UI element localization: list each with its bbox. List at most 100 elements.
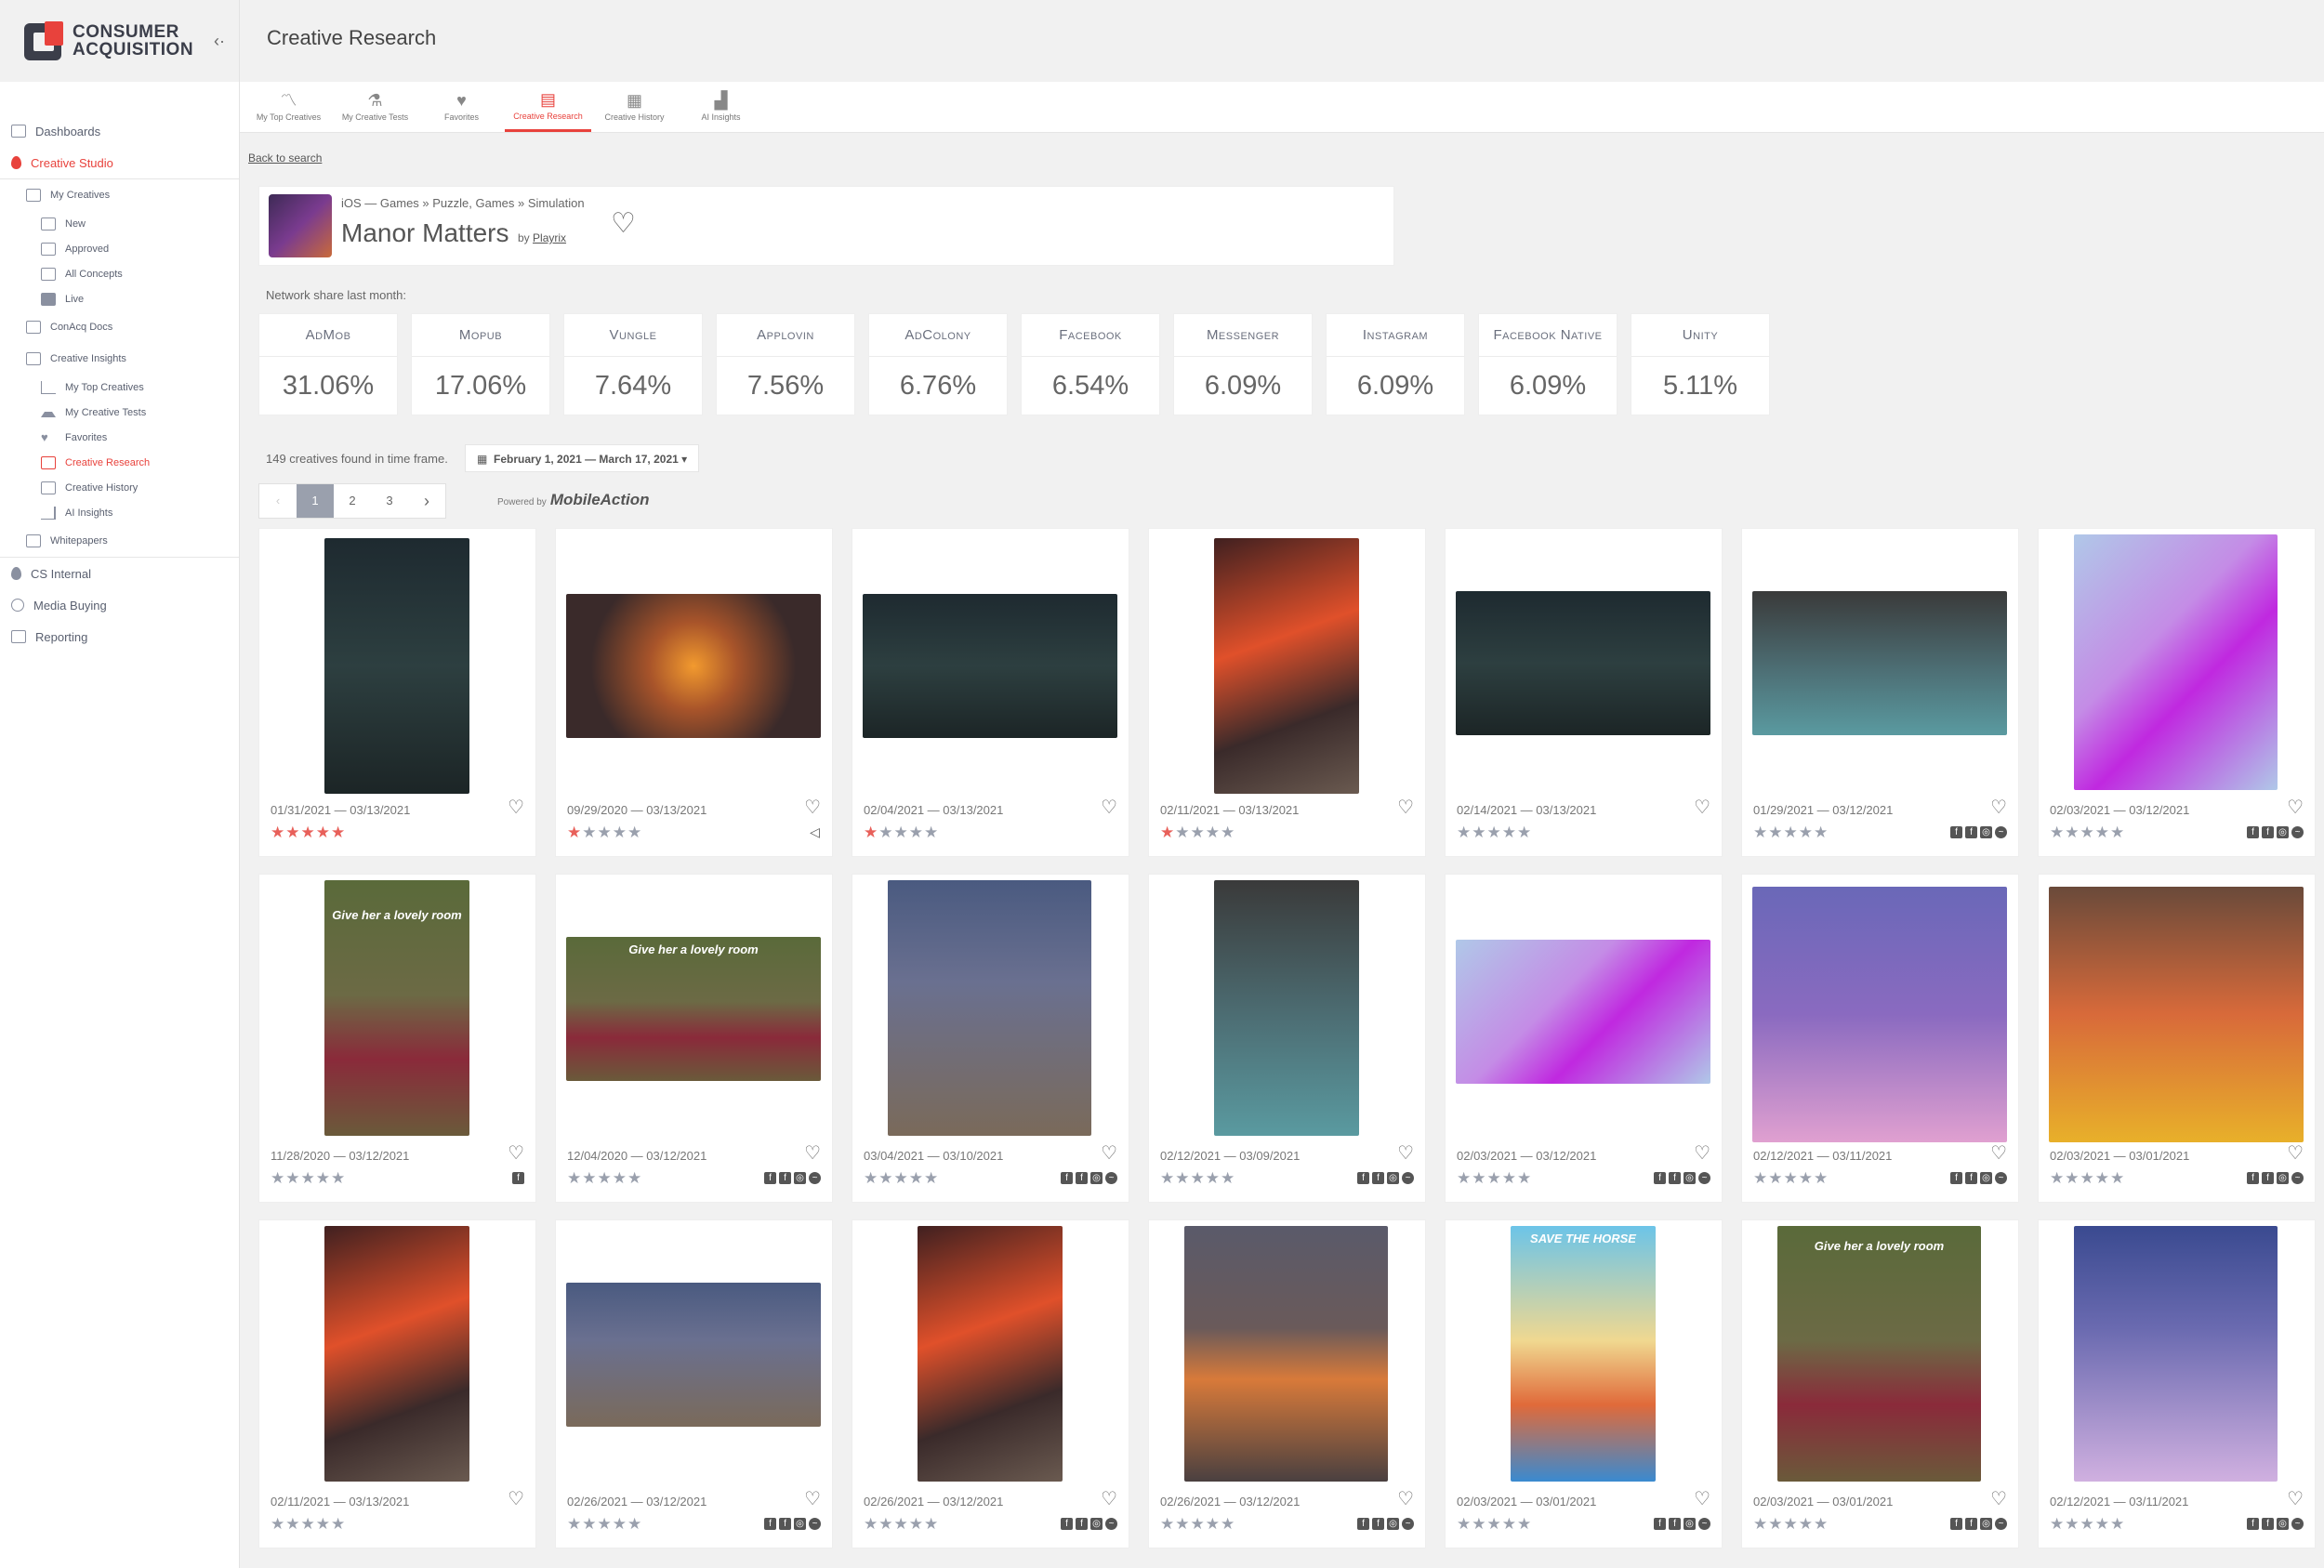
sidebar-item-approved[interactable]: Approved xyxy=(0,236,239,261)
creative-thumbnail[interactable] xyxy=(1456,940,1710,1084)
tab-my-top-creatives[interactable]: 〽 My Top Creatives xyxy=(245,82,332,132)
favorite-heart-icon[interactable]: ♡ xyxy=(804,796,821,819)
favorite-app-heart-icon[interactable]: ♡ xyxy=(611,207,636,240)
sidebar-item-creative-history[interactable]: Creative History xyxy=(0,475,239,500)
favorite-heart-icon[interactable]: ♡ xyxy=(1990,1141,2007,1165)
creative-thumbnail[interactable] xyxy=(324,538,469,794)
favorite-heart-icon[interactable]: ♡ xyxy=(804,1141,821,1165)
favorite-heart-icon[interactable]: ♡ xyxy=(1990,1487,2007,1510)
creative-card[interactable]: 02/11/2021 — 03/13/2021 ♡ ★★★★★ xyxy=(258,1219,536,1548)
creative-thumbnail[interactable] xyxy=(1184,1226,1388,1482)
sidebar-item-conacq-docs[interactable]: ConAcq Docs xyxy=(0,311,239,343)
creative-thumbnail[interactable] xyxy=(1214,538,1359,794)
creative-card[interactable]: 02/26/2021 — 03/12/2021 ♡ ★★★★★ f f ◎ ~ xyxy=(1148,1219,1426,1548)
page-button[interactable]: 1 xyxy=(297,484,334,518)
creative-thumbnail[interactable] xyxy=(566,594,821,738)
sidebar-item-media-buying[interactable]: Media Buying xyxy=(0,589,239,621)
tab-my-creative-tests[interactable]: ⚗ My Creative Tests xyxy=(332,82,418,132)
sidebar-item-cs-internal[interactable]: CS Internal xyxy=(0,558,239,589)
page-button[interactable]: 2 xyxy=(334,484,371,518)
creative-thumbnail[interactable] xyxy=(566,1283,821,1427)
favorite-heart-icon[interactable]: ♡ xyxy=(508,1141,524,1165)
tab-creative-history[interactable]: ▦ Creative History xyxy=(591,82,678,132)
sidebar-item-creative-insights[interactable]: Creative Insights xyxy=(0,343,239,375)
sidebar-item-my-creative-tests[interactable]: My Creative Tests xyxy=(0,400,239,425)
favorite-heart-icon[interactable]: ♡ xyxy=(2287,1141,2304,1165)
creative-card[interactable]: 02/14/2021 — 03/13/2021 ♡ ★★★★★ xyxy=(1445,528,1723,857)
creative-thumbnail[interactable]: Give her a lovely room xyxy=(324,880,469,1136)
favorite-heart-icon[interactable]: ♡ xyxy=(508,796,524,819)
sidebar-item-my-creatives[interactable]: My Creatives xyxy=(0,179,239,211)
creative-card[interactable]: Give her a lovely room 11/28/2020 — 03/12… xyxy=(258,874,536,1203)
creative-card[interactable]: Give her a lovely room 12/04/2020 — 03/12… xyxy=(555,874,833,1203)
sidebar-item-creative-research[interactable]: Creative Research xyxy=(0,450,239,475)
creative-card[interactable]: 02/12/2021 — 03/11/2021 ♡ ★★★★★ f f ◎ ~ xyxy=(2038,1219,2316,1548)
creative-card[interactable]: 02/12/2021 — 03/11/2021 ♡ ★★★★★ f f ◎ ~ xyxy=(1741,874,2019,1203)
creative-thumbnail[interactable] xyxy=(918,1226,1063,1482)
creative-card[interactable]: 02/04/2021 — 03/13/2021 ♡ ★★★★★ xyxy=(852,528,1129,857)
creative-thumbnail[interactable] xyxy=(2074,1226,2278,1482)
star-icon: ★ xyxy=(1160,1169,1176,1187)
favorite-heart-icon[interactable]: ♡ xyxy=(1397,796,1414,819)
creative-thumbnail[interactable] xyxy=(2049,887,2304,1142)
sidebar-item-all-concepts[interactable]: All Concepts xyxy=(0,261,239,286)
favorite-heart-icon[interactable]: ♡ xyxy=(2287,796,2304,819)
creative-card[interactable]: SAVE THE HORSE 02/03/2021 — 03/01/2021 ♡ ★★… xyxy=(1445,1219,1723,1548)
creative-thumbnail[interactable] xyxy=(1214,880,1359,1136)
sidebar-item-ai-insights[interactable]: AI Insights xyxy=(0,500,239,525)
sidebar-item-new[interactable]: New xyxy=(0,211,239,236)
creative-card[interactable]: 09/29/2020 — 03/13/2021 ♡ ★★★★★ ◁ xyxy=(555,528,833,857)
creative-card[interactable]: Give her a lovely room 02/03/2021 — 03/01… xyxy=(1741,1219,2019,1548)
creative-thumbnail[interactable] xyxy=(2074,534,2278,790)
favorite-heart-icon[interactable]: ♡ xyxy=(1397,1141,1414,1165)
creative-thumbnail[interactable]: Give her a lovely room xyxy=(566,937,821,1081)
creative-thumbnail[interactable] xyxy=(1752,591,2007,735)
publisher-link[interactable]: Playrix xyxy=(533,231,566,244)
creative-card[interactable]: 02/12/2021 — 03/09/2021 ♡ ★★★★★ f f ◎ ~ xyxy=(1148,874,1426,1203)
date-range-picker[interactable]: ▦ February 1, 2021 — March 17, 2021 ▾ xyxy=(465,444,700,472)
creative-card[interactable]: 01/31/2021 — 03/13/2021 ♡ ★★★★★ xyxy=(258,528,536,857)
favorite-heart-icon[interactable]: ♡ xyxy=(1101,1141,1117,1165)
tab-ai-insights[interactable]: ▟ AI Insights xyxy=(678,82,764,132)
back-to-search-link[interactable]: Back to search xyxy=(248,152,322,165)
favorite-heart-icon[interactable]: ♡ xyxy=(1101,796,1117,819)
creative-thumbnail[interactable]: SAVE THE HORSE xyxy=(1511,1226,1656,1482)
favorite-heart-icon[interactable]: ♡ xyxy=(2287,1487,2304,1510)
favorite-heart-icon[interactable]: ♡ xyxy=(1990,796,2007,819)
creative-thumbnail[interactable] xyxy=(1456,591,1710,735)
collapse-sidebar-icon[interactable]: ‹· xyxy=(214,32,225,51)
sidebar-item-whitepapers[interactable]: Whitepapers xyxy=(0,525,239,557)
sidebar-item-dashboards[interactable]: Dashboards xyxy=(0,115,239,147)
favorite-heart-icon[interactable]: ♡ xyxy=(508,1487,524,1510)
favorite-heart-icon[interactable]: ♡ xyxy=(1694,1141,1710,1165)
creative-card[interactable]: 02/26/2021 — 03/12/2021 ♡ ★★★★★ f f ◎ ~ xyxy=(852,1219,1129,1548)
favorite-heart-icon[interactable]: ♡ xyxy=(804,1487,821,1510)
prev-page-button[interactable]: ‹ xyxy=(259,484,297,518)
sidebar-item-my-top-creatives[interactable]: My Top Creatives xyxy=(0,375,239,400)
page-button[interactable]: 3 xyxy=(371,484,408,518)
creative-thumbnail[interactable] xyxy=(1752,887,2007,1142)
creative-card[interactable]: 03/04/2021 — 03/10/2021 ♡ ★★★★★ f f ◎ ~ xyxy=(852,874,1129,1203)
creative-thumbnail[interactable] xyxy=(888,880,1091,1136)
sidebar-item-favorites[interactable]: ♥ Favorites xyxy=(0,425,239,450)
creative-thumbnail[interactable] xyxy=(863,594,1117,738)
sidebar-item-creative-studio[interactable]: Creative Studio xyxy=(0,147,239,178)
favorite-heart-icon[interactable]: ♡ xyxy=(1694,796,1710,819)
sidebar-item-live[interactable]: Live xyxy=(0,286,239,311)
network-share-value: 17.06% xyxy=(434,371,527,401)
tab-favorites[interactable]: ♥ Favorites xyxy=(418,82,505,132)
favorite-heart-icon[interactable]: ♡ xyxy=(1101,1487,1117,1510)
creative-card[interactable]: 02/26/2021 — 03/12/2021 ♡ ★★★★★ f f ◎ ~ xyxy=(555,1219,833,1548)
creative-card[interactable]: 02/03/2021 — 03/12/2021 ♡ ★★★★★ f f ◎ ~ xyxy=(2038,528,2316,857)
creative-thumbnail[interactable]: Give her a lovely room xyxy=(1777,1226,1981,1482)
favorite-heart-icon[interactable]: ♡ xyxy=(1694,1487,1710,1510)
tab-creative-research[interactable]: ▤ Creative Research xyxy=(505,82,591,132)
next-page-button[interactable]: › xyxy=(408,484,445,518)
creative-thumbnail[interactable] xyxy=(324,1226,469,1482)
sidebar-item-reporting[interactable]: Reporting xyxy=(0,621,239,652)
creative-card[interactable]: 02/03/2021 — 03/01/2021 ♡ ★★★★★ f f ◎ ~ xyxy=(2038,874,2316,1203)
favorite-heart-icon[interactable]: ♡ xyxy=(1397,1487,1414,1510)
creative-card[interactable]: 02/03/2021 — 03/12/2021 ♡ ★★★★★ f f ◎ ~ xyxy=(1445,874,1723,1203)
creative-card[interactable]: 01/29/2021 — 03/12/2021 ♡ ★★★★★ f f ◎ ~ xyxy=(1741,528,2019,857)
creative-card[interactable]: 02/11/2021 — 03/13/2021 ♡ ★★★★★ xyxy=(1148,528,1426,857)
